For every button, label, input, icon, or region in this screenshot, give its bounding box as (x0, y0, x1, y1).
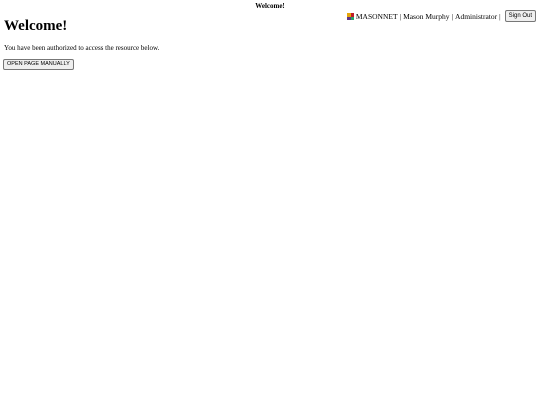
user-role: Administrator (455, 11, 498, 21)
open-page-manually-button[interactable]: OPEN PAGE MANUALLY (3, 59, 74, 70)
user-name: Mason Murphy (403, 11, 450, 21)
authorization-message: You have been authorized to access the r… (4, 44, 160, 52)
masonnet-logo-icon (346, 12, 354, 20)
page-heading: Welcome! (4, 18, 68, 34)
sign-out-button[interactable]: Sign Out (504, 10, 536, 22)
separator: | (499, 11, 501, 21)
org-name: MASONNET (355, 11, 398, 21)
page-top-title: Welcome! (255, 2, 285, 10)
user-bar: MASONNET | Mason Murphy | Administrator … (346, 10, 536, 22)
